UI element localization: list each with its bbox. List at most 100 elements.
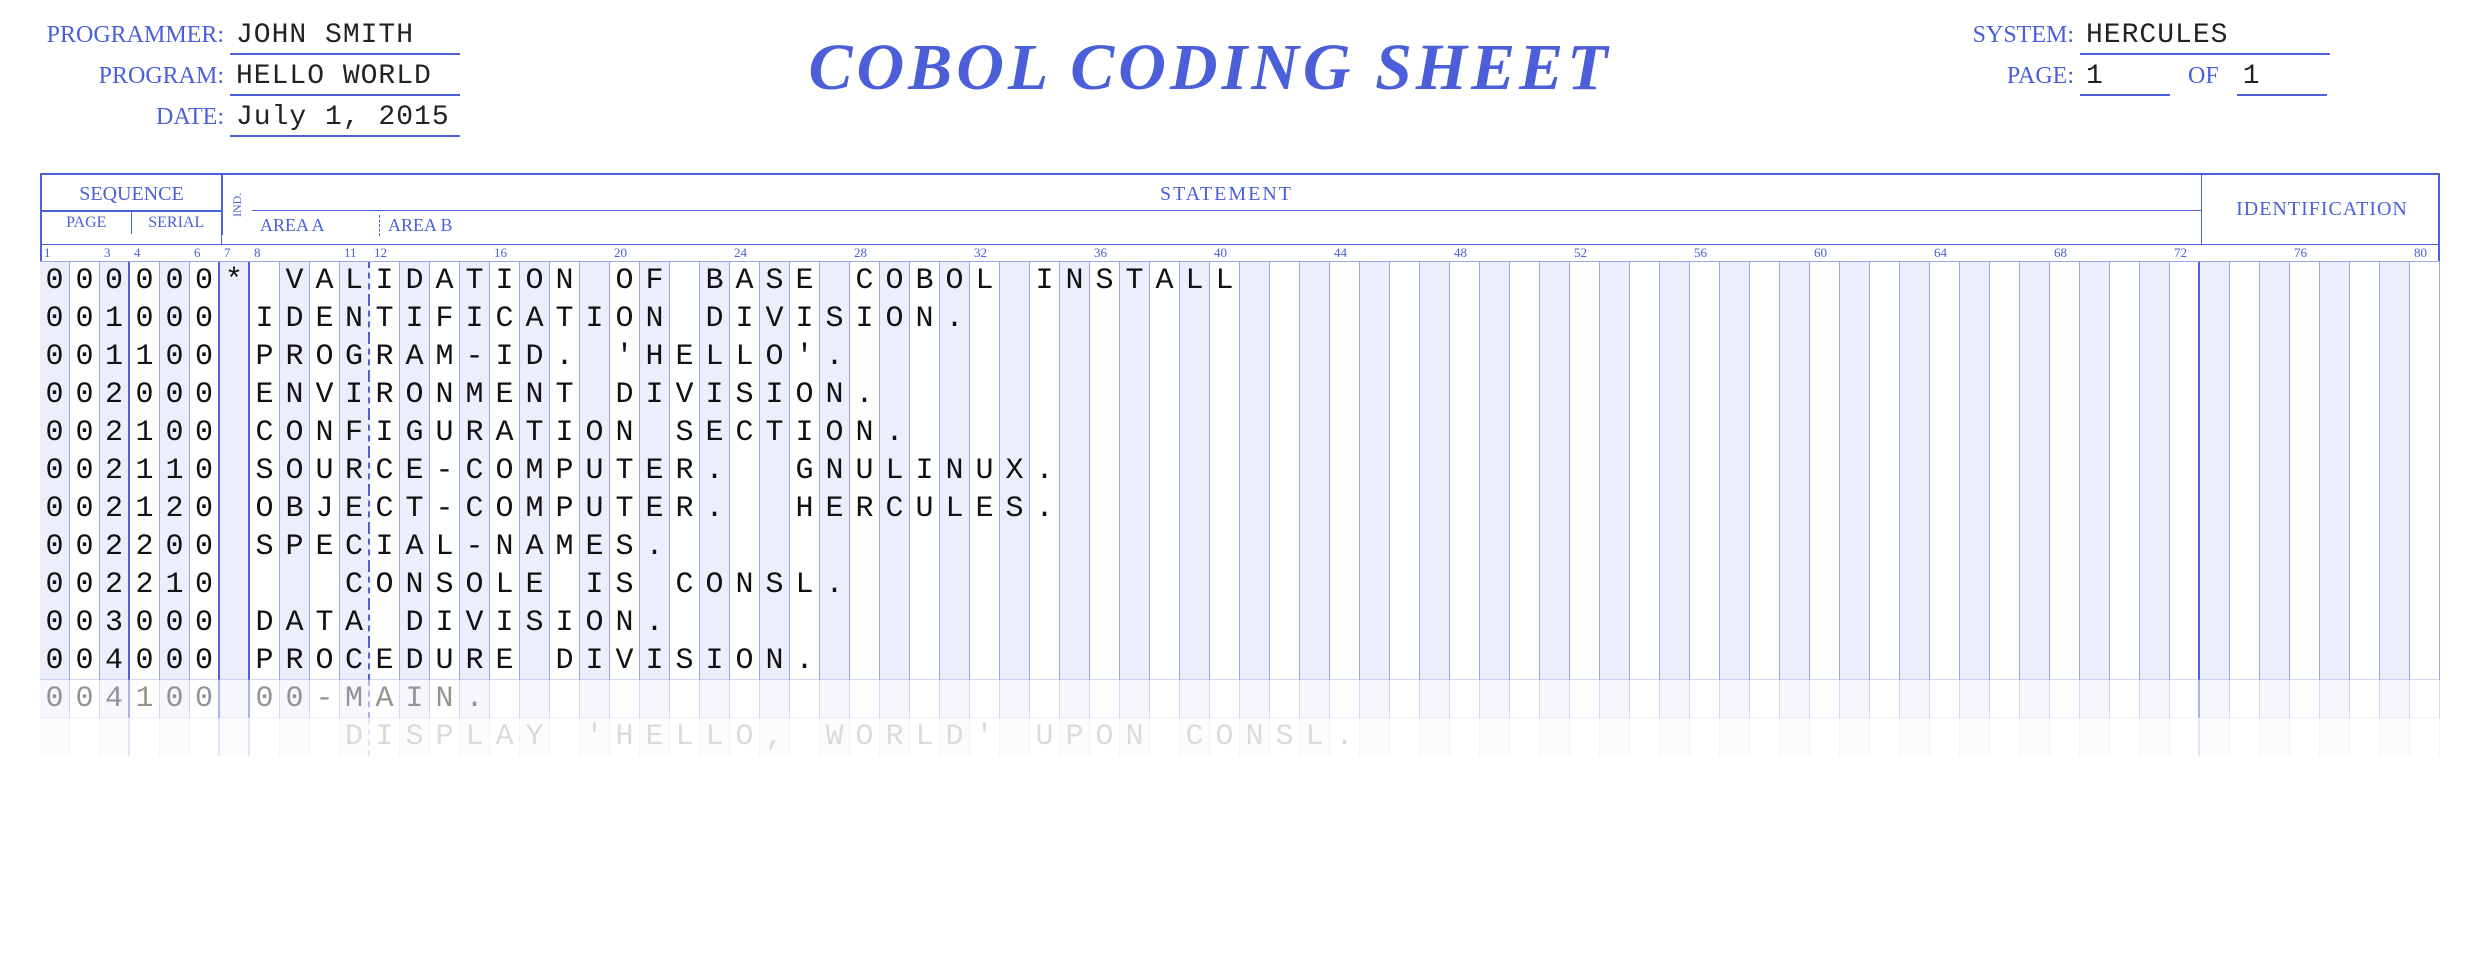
grid-cell: C	[250, 414, 280, 452]
grid-cell	[1690, 300, 1720, 338]
grid-cell	[2140, 604, 2170, 642]
grid-cell	[940, 376, 970, 414]
grid-cell	[2260, 300, 2290, 338]
grid-cell	[1360, 414, 1390, 452]
grid-cell: A	[310, 262, 340, 300]
grid-cell	[1600, 452, 1630, 490]
grid-cell	[550, 566, 580, 604]
column-ruler: 1346781112162024283236404448525660646872…	[42, 245, 2438, 261]
grid-cell	[880, 604, 910, 642]
grid-cell	[1570, 338, 1600, 376]
grid-cell	[760, 528, 790, 566]
grid-cell	[1630, 604, 1660, 642]
grid-cell	[1780, 604, 1810, 642]
grid-cell	[2320, 642, 2350, 680]
grid-cell: E	[640, 452, 670, 490]
grid-cell: 0	[40, 680, 70, 718]
grid-cell	[2110, 680, 2140, 718]
code-row: 004000PROCEDUREDIVISION.	[40, 641, 2440, 679]
grid-cell	[1690, 642, 1720, 680]
grid-cell: E	[490, 376, 520, 414]
grid-cell	[880, 642, 910, 680]
program-value: HELLO WORLD	[230, 61, 460, 96]
grid-cell	[1360, 338, 1390, 376]
grid-cell: P	[1060, 718, 1090, 756]
grid-cell	[1540, 452, 1570, 490]
grid-cell	[1150, 528, 1180, 566]
grid-cell	[2110, 490, 2140, 528]
grid-cell: 2	[100, 452, 130, 490]
grid-cell	[2020, 338, 2050, 376]
grid-cell	[1390, 604, 1420, 642]
grid-cell	[1480, 680, 1510, 718]
grid-cell: C	[340, 528, 370, 566]
grid-cell	[1480, 376, 1510, 414]
grid-cell: S	[250, 528, 280, 566]
grid-cell: H	[610, 718, 640, 756]
grid-cell	[1450, 262, 1480, 300]
grid-cell: S	[400, 718, 430, 756]
grid-cell: H	[640, 338, 670, 376]
grid-cell	[2020, 680, 2050, 718]
grid-cell	[2080, 338, 2110, 376]
grid-cell	[850, 604, 880, 642]
grid-cell	[700, 528, 730, 566]
grid-cell: R	[670, 452, 700, 490]
grid-cell	[1000, 414, 1030, 452]
grid-cell	[1510, 604, 1540, 642]
grid-cell: E	[370, 642, 400, 680]
grid-cell: M	[460, 376, 490, 414]
grid-cell	[2410, 414, 2440, 452]
grid-cell	[700, 604, 730, 642]
grid-cell	[1960, 566, 1990, 604]
grid-cell	[1420, 338, 1450, 376]
grid-cell	[1480, 718, 1510, 756]
grid-cell	[1660, 452, 1690, 490]
code-row: 001000IDENTIFICATIONDIVISION.	[40, 299, 2440, 337]
grid-cell	[1780, 300, 1810, 338]
grid-cell	[730, 528, 760, 566]
grid-cell: I	[430, 604, 460, 642]
grid-cell	[1270, 604, 1300, 642]
grid-cell	[1390, 376, 1420, 414]
grid-cell: 0	[70, 452, 100, 490]
grid-cell	[2080, 490, 2110, 528]
grid-cell	[1660, 300, 1690, 338]
grid-cell: S	[760, 566, 790, 604]
grid-cell	[1540, 718, 1570, 756]
grid-cell	[1900, 262, 1930, 300]
grid-cell	[1360, 300, 1390, 338]
col-sequence: SEQUENCE	[42, 179, 221, 210]
grid-cell	[1540, 642, 1570, 680]
grid-cell	[1570, 528, 1600, 566]
grid-cell: D	[700, 300, 730, 338]
grid-cell	[1330, 528, 1360, 566]
grid-cell	[2020, 376, 2050, 414]
grid-cell: E	[400, 452, 430, 490]
grid-cell: D	[520, 338, 550, 376]
grid-cell	[1660, 414, 1690, 452]
grid-cell: .	[790, 642, 820, 680]
grid-cell	[910, 376, 940, 414]
grid-cell	[2230, 452, 2260, 490]
grid-cell	[370, 604, 400, 642]
cobol-coding-sheet: PROGRAMMER: JOHN SMITH PROGRAM: HELLO WO…	[40, 20, 2440, 755]
grid-cell: I	[400, 680, 430, 718]
grid-cell	[1480, 414, 1510, 452]
grid-cell	[2200, 718, 2230, 756]
grid-cell	[1990, 300, 2020, 338]
grid-cell	[2200, 300, 2230, 338]
grid-cell	[880, 680, 910, 718]
grid-cell	[1510, 376, 1540, 414]
grid-cell	[1300, 490, 1330, 528]
grid-cell	[1510, 338, 1540, 376]
grid-cell	[1360, 528, 1390, 566]
grid-cell	[640, 680, 670, 718]
grid-cell	[1540, 414, 1570, 452]
grid-cell: N	[430, 680, 460, 718]
grid-cell: O	[610, 262, 640, 300]
grid-cell: '	[610, 338, 640, 376]
grid-cell	[1780, 490, 1810, 528]
grid-cell: 0	[160, 604, 190, 642]
grid-cell	[1270, 528, 1300, 566]
